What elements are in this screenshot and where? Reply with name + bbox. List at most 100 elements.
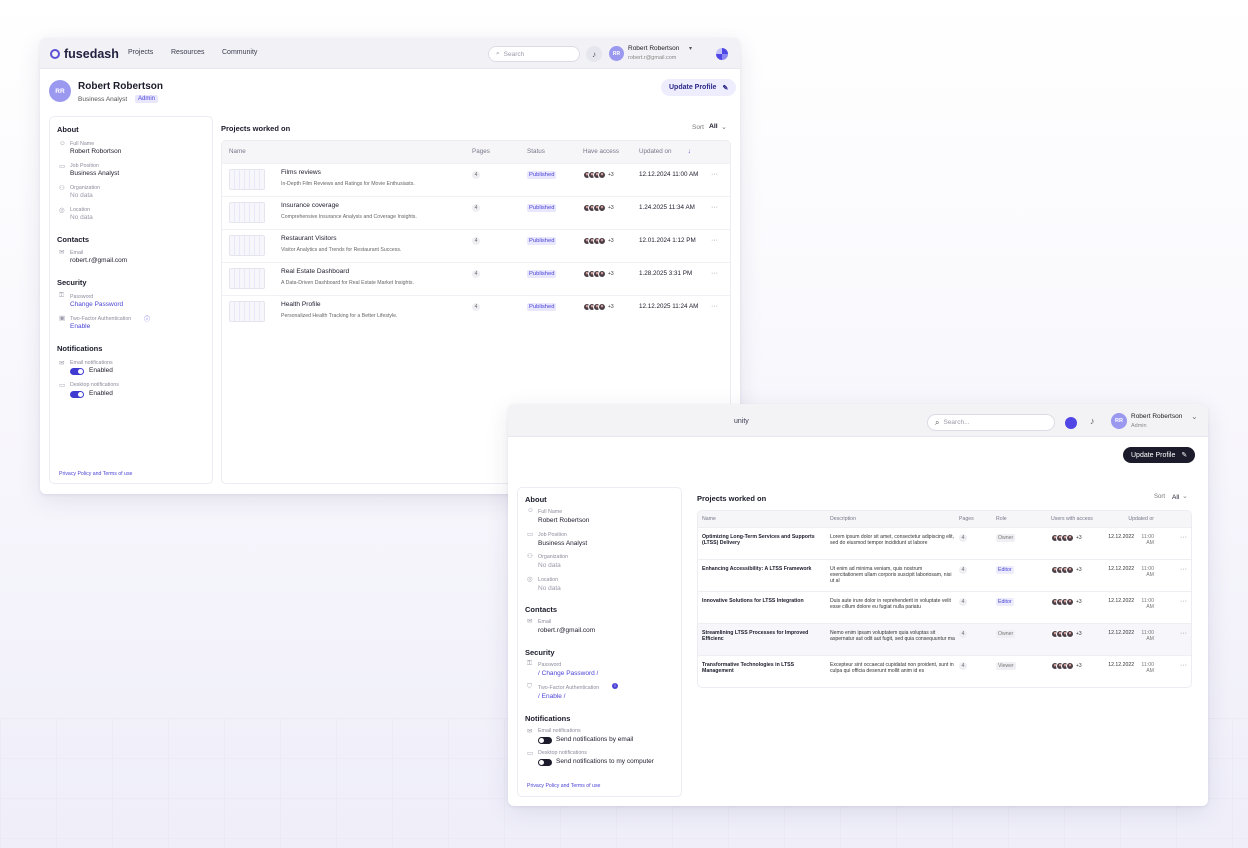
avatar-group[interactable]: +3 (1051, 661, 1082, 670)
sort-select[interactable]: All (709, 123, 718, 130)
brand-logo[interactable]: fusedash (50, 47, 119, 61)
col-updated[interactable]: Updated on ↓ (632, 141, 704, 163)
more-icon[interactable]: ··· (1180, 630, 1187, 637)
about-card: About ☺ Full Name Robert Robertson ▭ Job… (517, 487, 682, 797)
table-row[interactable]: Transformative Technologies in LTSS Mana… (698, 654, 1191, 687)
name-cell: Innovative Solutions for LTSS Integratio… (698, 590, 826, 623)
col-status[interactable]: Status (520, 141, 576, 163)
col-users[interactable]: Users with access (1047, 511, 1102, 527)
table-row[interactable]: Enhancing Accessibility: A LTSS Framewor… (698, 558, 1191, 591)
info-icon[interactable]: i (612, 683, 618, 689)
pages-cell: 4 (465, 228, 520, 263)
col-description[interactable]: Description (826, 511, 955, 527)
more-icon[interactable]: ··· (1180, 566, 1187, 573)
project-title[interactable]: Films reviews (281, 169, 415, 176)
table-row[interactable]: Streamlining LTSS Processes for Improved… (698, 622, 1191, 655)
table-row[interactable]: Health Profile Personalized Health Tracki… (222, 295, 730, 329)
col-access[interactable]: Have access (576, 141, 632, 163)
theme-icon[interactable] (716, 48, 728, 60)
more-icon[interactable]: ··· (711, 204, 718, 211)
privacy-link[interactable]: Privacy Policy and Terms of use (59, 471, 132, 477)
project-title[interactable]: Insurance coverage (281, 202, 417, 209)
actions-cell: ··· (1158, 654, 1191, 687)
nav-projects[interactable]: Projects (128, 49, 153, 56)
email-notifications-toggle[interactable] (538, 737, 552, 744)
project-title[interactable]: Restaurant Visitors (281, 235, 401, 242)
chevron-down-icon[interactable]: ▾ (689, 45, 692, 52)
avatar-group[interactable]: +3 (1051, 629, 1082, 638)
table-row[interactable]: Optimizing Long-Term Services and Suppor… (698, 526, 1191, 559)
briefcase-icon: ▭ (527, 531, 534, 538)
email-notifications-toggle[interactable] (70, 368, 84, 375)
more-icon[interactable]: ··· (711, 303, 718, 310)
sort-select[interactable]: All (1172, 494, 1179, 501)
bell-icon[interactable]: ♪ (1090, 416, 1095, 426)
user-name[interactable]: Robert Robertson (1131, 413, 1182, 420)
pages-cell: 4 (955, 526, 992, 559)
project-name[interactable]: Enhancing Accessibility: A LTSS Framewor… (702, 566, 826, 572)
avatar-group[interactable]: +3 (1051, 565, 1082, 574)
chevron-down-icon[interactable]: ⌄ (1191, 412, 1198, 421)
col-pages[interactable]: Pages (955, 511, 992, 527)
col-pages[interactable]: Pages (465, 141, 520, 163)
nav-community[interactable]: unity (734, 418, 749, 425)
chevron-down-icon[interactable]: ⌄ (721, 123, 727, 131)
project-name[interactable]: Streamlining LTSS Processes for Improved… (702, 630, 826, 642)
update-profile-button[interactable]: Update Profile ✎ (1123, 447, 1196, 463)
col-role[interactable]: Role (992, 511, 1047, 527)
col-name[interactable]: Name (698, 511, 826, 527)
more-icon[interactable]: ··· (711, 270, 718, 277)
table-row[interactable]: Innovative Solutions for LTSS Integratio… (698, 590, 1191, 623)
user-name[interactable]: Robert Robertson (628, 45, 679, 52)
info-icon[interactable]: ⓘ (144, 314, 150, 323)
more-icon[interactable]: ··· (1180, 662, 1187, 669)
avatar-group[interactable]: +3 (583, 203, 614, 212)
brand-icon[interactable] (1065, 417, 1077, 429)
avatar-group[interactable]: +3 (583, 303, 614, 312)
access-cell: +3 (576, 262, 632, 296)
change-password-link[interactable]: / Change Password / (538, 670, 598, 677)
nav-resources[interactable]: Resources (171, 49, 204, 56)
more-icon[interactable]: ··· (711, 171, 718, 178)
search-input[interactable]: ⌕ Search (488, 46, 580, 62)
pages-badge: 4 (472, 303, 480, 312)
desktop-notifications-toggle[interactable] (538, 759, 552, 766)
avatar[interactable]: RR (1111, 413, 1127, 429)
project-name[interactable]: Optimizing Long-Term Services and Suppor… (702, 534, 826, 546)
avatar-group[interactable]: +3 (583, 270, 614, 279)
change-password-link[interactable]: Change Password (70, 301, 123, 308)
project-name[interactable]: Transformative Technologies in LTSS Mana… (702, 662, 826, 674)
arrow-down-icon[interactable]: ↓ (688, 148, 691, 155)
enable-tfa-link[interactable]: Enable (70, 323, 90, 330)
nav-community[interactable]: Community (222, 49, 257, 56)
avatar[interactable]: RR (609, 46, 624, 61)
table-row[interactable]: Insurance coverage Comprehensive Insuranc… (222, 195, 730, 230)
project-name[interactable]: Innovative Solutions for LTSS Integratio… (702, 598, 826, 604)
chevron-down-icon[interactable]: ⌄ (1182, 492, 1188, 500)
table-row[interactable]: Restaurant Visitors Visitor Analytics and… (222, 228, 730, 263)
table-row[interactable]: Films reviews In-Depth Film Reviews and R… (222, 162, 730, 197)
project-title[interactable]: Real Estate Dashboard (281, 268, 414, 275)
col-name[interactable]: Name (222, 141, 465, 163)
bell-icon[interactable]: ♪ (586, 46, 602, 62)
more-icon[interactable]: ··· (1180, 598, 1187, 605)
avatar (598, 303, 606, 312)
privacy-link[interactable]: Privacy Policy and Terms of use (527, 783, 600, 789)
avatar-group[interactable]: +3 (1051, 597, 1082, 606)
project-thumbnail (229, 268, 265, 290)
update-profile-button[interactable]: Update Profile ✎ (661, 79, 737, 96)
top-bar: fusedash Projects Resources Community ⌕ S… (40, 38, 740, 69)
avatar-group[interactable]: +3 (583, 236, 614, 245)
more-icon[interactable]: ··· (1180, 534, 1187, 541)
avatar-group[interactable]: +3 (583, 170, 614, 179)
mail-icon: ✉ (527, 618, 533, 625)
search-input[interactable]: ⌕ Search... (927, 414, 1055, 431)
desktop-notifications-toggle[interactable] (70, 391, 84, 398)
enable-tfa-link[interactable]: / Enable / (538, 693, 566, 700)
avatar-group[interactable]: +3 (1051, 533, 1082, 542)
more-icon[interactable]: ··· (711, 237, 718, 244)
actions-cell: ··· (704, 262, 730, 296)
project-title[interactable]: Health Profile (281, 301, 398, 308)
col-updated[interactable]: Updated or (1102, 511, 1158, 527)
table-row[interactable]: Real Estate Dashboard A Data-Driven Dashb… (222, 262, 730, 296)
